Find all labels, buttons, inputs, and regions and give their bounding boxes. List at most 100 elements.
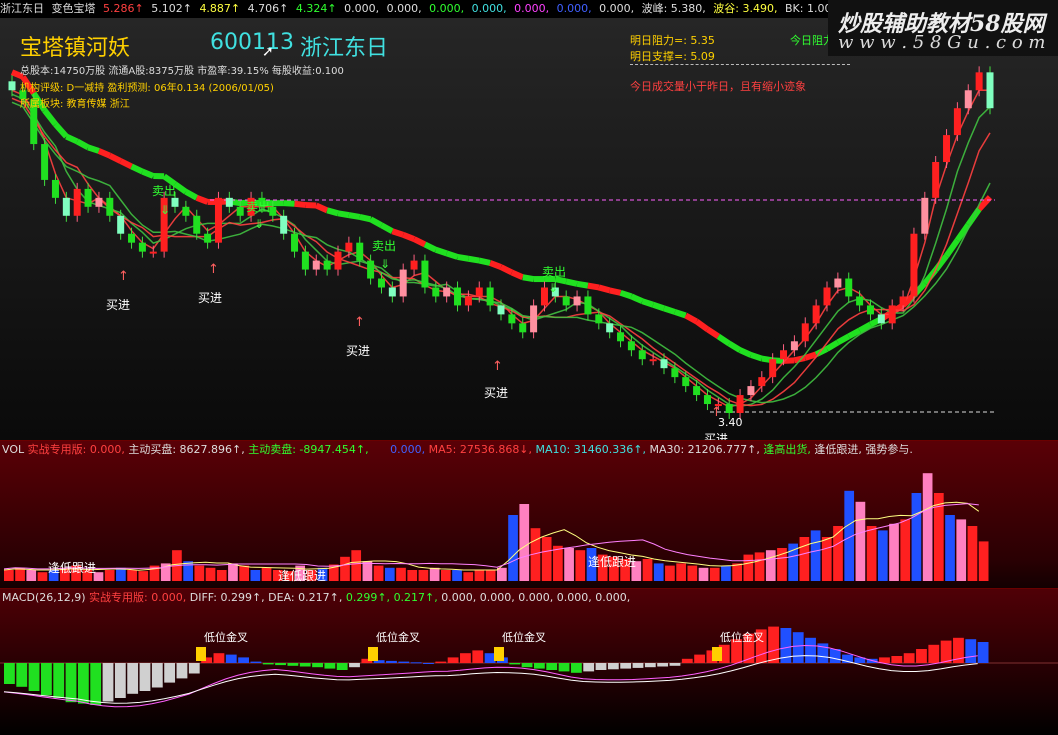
candle-body [661,359,668,368]
long-ma-segment [675,312,686,316]
macd-histogram-bar [53,663,64,698]
macd-histogram-bar [916,649,927,663]
macd-histogram-bar [251,662,262,663]
macd-histogram-bar [435,662,446,663]
candle-body [411,261,418,270]
value-6: 0.000, [344,2,379,15]
candle-body [324,261,331,270]
long-ma-segment [501,267,512,272]
sell-signal-3: 卖出 [372,237,396,254]
fundamentals-line-2: 机构评级: D一减持 盈利预测: 06年0.134 (2006/01/05) [20,79,274,94]
candle-body [128,234,135,243]
long-ma-segment [707,329,718,336]
candle-body [117,216,124,234]
candle-body [454,287,461,305]
volume-bar [463,572,473,581]
long-ma-segment [371,219,382,225]
sell-signal-1: 卖出 [152,182,176,199]
short-ma-line [12,102,990,402]
volume-bar [542,537,552,581]
vol-label: VOL [2,443,24,456]
candle-body [921,198,928,234]
candle-body [52,180,59,198]
macd-histogram-bar [941,641,952,663]
long-ma-segment [186,192,197,198]
macd-panel[interactable]: MACD(26,12,9) 实战专用版: 0.000, DIFF: 0.299↑… [0,588,1058,735]
value-8: 0.000, [429,2,464,15]
macd-histogram-bar [337,663,348,670]
macd-histogram-bar [411,662,422,663]
candle-body [443,287,450,296]
volume-bar [239,566,249,581]
macd-label: MACD(26,12,9) [2,591,86,604]
value-7: 0.000, [387,2,422,15]
candle-body [943,135,950,162]
golden-cross-marker [196,647,206,661]
long-ma-segment [316,206,327,211]
volume-bar [979,541,989,581]
macd-histogram-bar [177,663,188,678]
macd-histogram-bar [485,653,496,663]
volume-bar [475,570,485,581]
volume-bar [676,563,686,581]
macd-histogram-bar [571,663,582,673]
value-4: 4.706↑ [248,2,289,15]
volume-bar [374,566,384,581]
buy-signal-2: 买进 [198,289,222,306]
long-ma-segment [197,198,208,202]
long-ma-segment [327,210,338,213]
macd-histogram-bar [66,663,77,702]
macd-legend: MACD(26,12,9) 实战专用版: 0.000, DIFF: 0.299↑… [2,591,630,605]
candle-body [813,305,820,323]
volume-bar [183,561,193,581]
long-ma-segment [338,213,349,215]
candle-body [508,314,515,323]
macd-histogram-bar [238,657,249,663]
info-divider [630,64,850,65]
candle-body [617,332,624,341]
macd-histogram-bar [29,663,40,691]
volume-bar [251,570,261,581]
golden-cross-4: 低位金叉 [720,629,764,645]
buy-signal-1: 买进 [106,296,130,313]
volume-bar [923,473,933,581]
long-ma-segment [588,286,599,288]
golden-cross-1: 低位金叉 [204,629,248,645]
macd-histogram-bar [423,663,434,664]
value-3: 4.887↑ [199,2,240,15]
volume-bar [665,566,675,581]
long-ma-segment [305,205,316,206]
macd-histogram-bar [164,663,175,683]
volume-bar [441,570,451,581]
candle-body [172,198,179,207]
long-ma-segment [175,184,186,192]
candle-body [682,377,689,386]
macd-histogram-bar [324,663,335,669]
price-chart-panel[interactable]: ↑↑↑↑↑⇓⇓⇓⇓ 宝塔镇河妖 600113 浙江东日 ➚ 总股本:14750万… [0,18,1058,440]
macd-histogram-bar [226,655,237,663]
volume-bar [687,566,697,581]
volume-bar [105,570,115,581]
macd-histogram-bar [16,663,27,687]
low-price-label: 3.40 [718,416,743,429]
low-follow-1: 逢低跟进 [48,559,96,576]
candle-body [758,377,765,386]
macd-histogram-bar [891,656,902,663]
volume-bar [900,519,910,581]
candle-body [976,72,983,90]
candle-body [856,296,863,305]
value-9: 0.000, [472,2,507,15]
volume-panel[interactable]: VOL 实战专用版: 0.000, 主动买盘: 8627.896↑, 主动卖盘:… [0,440,1058,589]
long-ma-segment [566,281,577,283]
long-ma-segment [360,217,371,219]
vol-high-sell: 逢高出货, [763,443,811,456]
volume-bar [116,568,126,581]
volume-bar [497,568,507,581]
volume-bar [419,570,429,581]
macd-histogram-bar [90,663,101,705]
long-ma-segment [349,215,360,217]
macd-histogram-bar [978,642,989,663]
long-ma-segment [610,290,621,292]
long-ma-segment [512,272,523,277]
volume-bar [575,550,585,581]
